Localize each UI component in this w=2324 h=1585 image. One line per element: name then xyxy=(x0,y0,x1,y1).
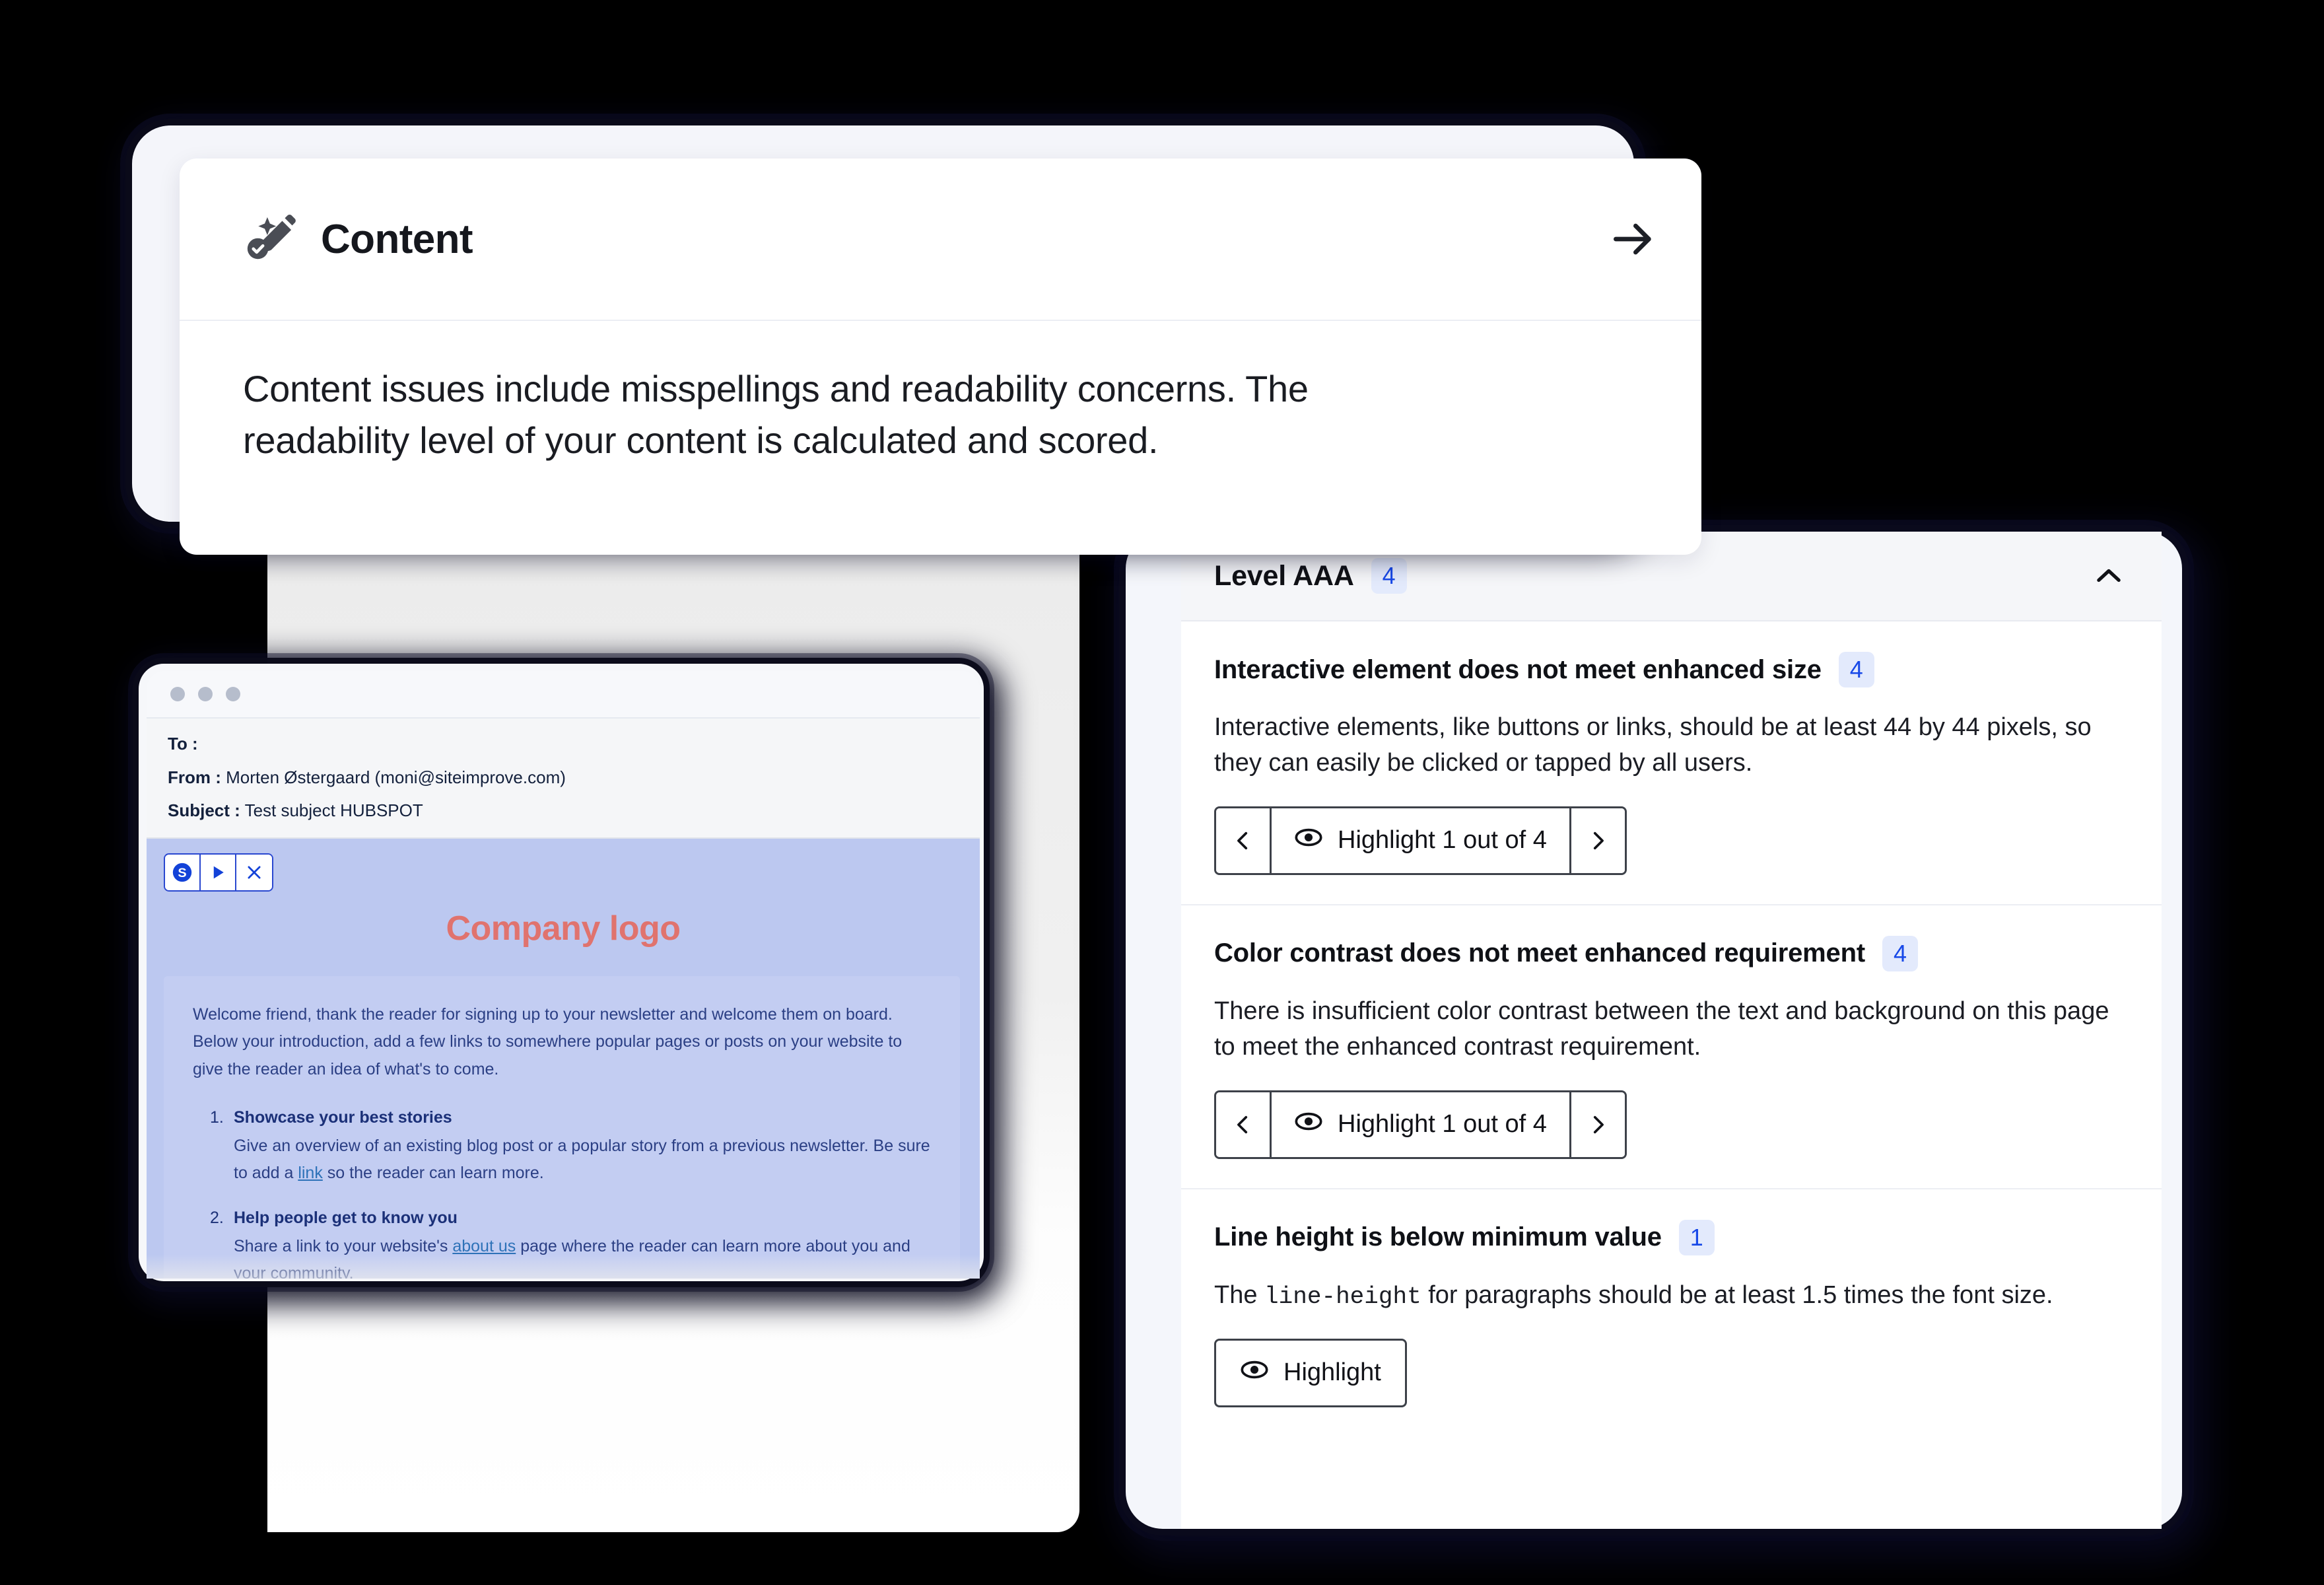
issue-title: Color contrast does not meet enhanced re… xyxy=(1214,938,1865,968)
list-item-number: 2. xyxy=(210,1209,224,1228)
issue-item: Line height is below minimum value 1 The… xyxy=(1181,1189,2162,1436)
window-dot-maximize-icon[interactable] xyxy=(226,687,240,701)
highlight-label: Highlight 1 out of 4 xyxy=(1338,826,1547,855)
issue-item: Interactive element does not meet enhanc… xyxy=(1181,621,2162,905)
highlight-stepper[interactable]: Highlight 1 out of 4 xyxy=(1214,1090,1627,1159)
email-intro-paragraph: Welcome friend, thank the reader for sig… xyxy=(193,1004,903,1078)
list-item-number: 1. xyxy=(210,1108,224,1127)
accessibility-panel: Level AAA 4 Interactive element does not… xyxy=(1181,532,2162,1529)
issue-description-after: for paragraphs should be at least 1.5 ti… xyxy=(1421,1281,2053,1309)
pen-check-icon xyxy=(243,209,300,269)
email-from-value: Morten Østergaard (moni@siteimprove.com) xyxy=(226,767,566,787)
highlight-button[interactable]: Highlight 1 out of 4 xyxy=(1272,1092,1569,1157)
content-card: Content Content issues include misspelli… xyxy=(180,158,1701,555)
issue-title: Interactive element does not meet enhanc… xyxy=(1214,654,1822,684)
email-header-fields: To : From : Morten Østergaard (moni@site… xyxy=(147,719,980,839)
eye-icon xyxy=(1240,1355,1269,1391)
email-to-label: To : xyxy=(168,734,198,754)
content-card-body: Content issues include misspellings and … xyxy=(243,368,1309,462)
email-from-label: From : xyxy=(168,767,221,787)
issue-description: The line-height for paragraphs should be… xyxy=(1214,1278,2112,1314)
chevron-left-icon[interactable] xyxy=(1216,808,1272,873)
list-item-link[interactable]: link xyxy=(298,1164,323,1182)
svg-text:S: S xyxy=(178,866,186,880)
issue-count-badge: 4 xyxy=(1882,935,1918,971)
issue-description-before: The xyxy=(1214,1281,1265,1309)
issue-description-code: line-height xyxy=(1264,1283,1421,1310)
list-item-text-before: Share a link to your website's xyxy=(234,1237,453,1256)
chevron-up-icon[interactable] xyxy=(2090,557,2127,594)
list-item-link[interactable]: about us xyxy=(452,1237,516,1255)
email-content-block: Welcome friend, thank the reader for sig… xyxy=(164,975,960,1279)
issue-item: Color contrast does not meet enhanced re… xyxy=(1181,905,2162,1189)
issue-title: Line height is below minimum value xyxy=(1214,1222,1662,1252)
email-subject-value: Test subject HUBSPOT xyxy=(244,800,423,821)
level-aaa-count-badge: 4 xyxy=(1371,558,1407,594)
highlight-label: Highlight 1 out of 4 xyxy=(1338,1110,1547,1139)
issue-count-badge: 4 xyxy=(1838,652,1874,687)
window-dot-minimize-icon[interactable] xyxy=(198,687,213,701)
list-item-text-after: so the reader can learn more. xyxy=(322,1163,544,1182)
arrow-right-icon[interactable] xyxy=(1604,209,1663,269)
eye-icon xyxy=(1294,1107,1323,1143)
list-item-heading: Help people get to know you xyxy=(234,1209,458,1228)
issue-header: Color contrast does not meet enhanced re… xyxy=(1214,935,2127,971)
chevron-right-icon[interactable] xyxy=(1569,808,1625,873)
level-aaa-title: Level AAA xyxy=(1214,559,1354,592)
email-body: S Company logo Welcome friend, thank the… xyxy=(147,838,980,1279)
highlight-label: Highlight xyxy=(1283,1358,1381,1387)
eye-icon xyxy=(1294,823,1323,859)
email-from-row: From : Morten Østergaard (moni@siteimpro… xyxy=(168,767,959,787)
email-subject-label: Subject : xyxy=(168,800,240,821)
page-title: Content xyxy=(321,216,473,262)
email-tip-list: 1. Showcase your best stories Give an ov… xyxy=(193,1108,931,1279)
email-preview-window: To : From : Morten Østergaard (moni@site… xyxy=(147,671,980,1279)
company-logo: Company logo xyxy=(446,909,681,948)
screenshot-stage: Level AAA 4 Interactive element does not… xyxy=(0,0,2324,1585)
window-titlebar xyxy=(147,671,980,719)
highlight-button[interactable]: Highlight 1 out of 4 xyxy=(1272,808,1569,873)
email-subject-row: Subject : Test subject HUBSPOT xyxy=(168,801,959,820)
issue-description: Interactive elements, like buttons or li… xyxy=(1214,713,2092,777)
highlight-button[interactable]: Highlight xyxy=(1214,1338,1407,1407)
close-x-icon[interactable] xyxy=(236,854,272,890)
list-item-text: Give an overview of an existing blog pos… xyxy=(234,1133,931,1186)
siteimprove-logo-icon[interactable]: S xyxy=(165,854,201,890)
window-dot-close-icon[interactable] xyxy=(170,687,185,701)
issue-count-badge: 1 xyxy=(1678,1219,1715,1255)
content-card-header: Content xyxy=(180,158,1701,321)
list-item: 1. Showcase your best stories Give an ov… xyxy=(193,1108,931,1186)
chevron-left-icon[interactable] xyxy=(1216,1092,1272,1157)
issue-header: Interactive element does not meet enhanc… xyxy=(1214,652,2127,687)
content-fade-overlay xyxy=(147,1254,980,1279)
play-icon[interactable] xyxy=(201,854,236,890)
email-to-row: To : xyxy=(168,734,959,754)
highlight-stepper[interactable]: Highlight 1 out of 4 xyxy=(1214,806,1627,875)
issue-header: Line height is below minimum value 1 xyxy=(1214,1219,2127,1255)
chevron-right-icon[interactable] xyxy=(1569,1092,1625,1157)
siteimprove-toolbar[interactable]: S xyxy=(164,853,273,892)
issue-description: There is insufficient color contrast bet… xyxy=(1214,997,2109,1061)
list-item-heading: Showcase your best stories xyxy=(234,1108,452,1127)
